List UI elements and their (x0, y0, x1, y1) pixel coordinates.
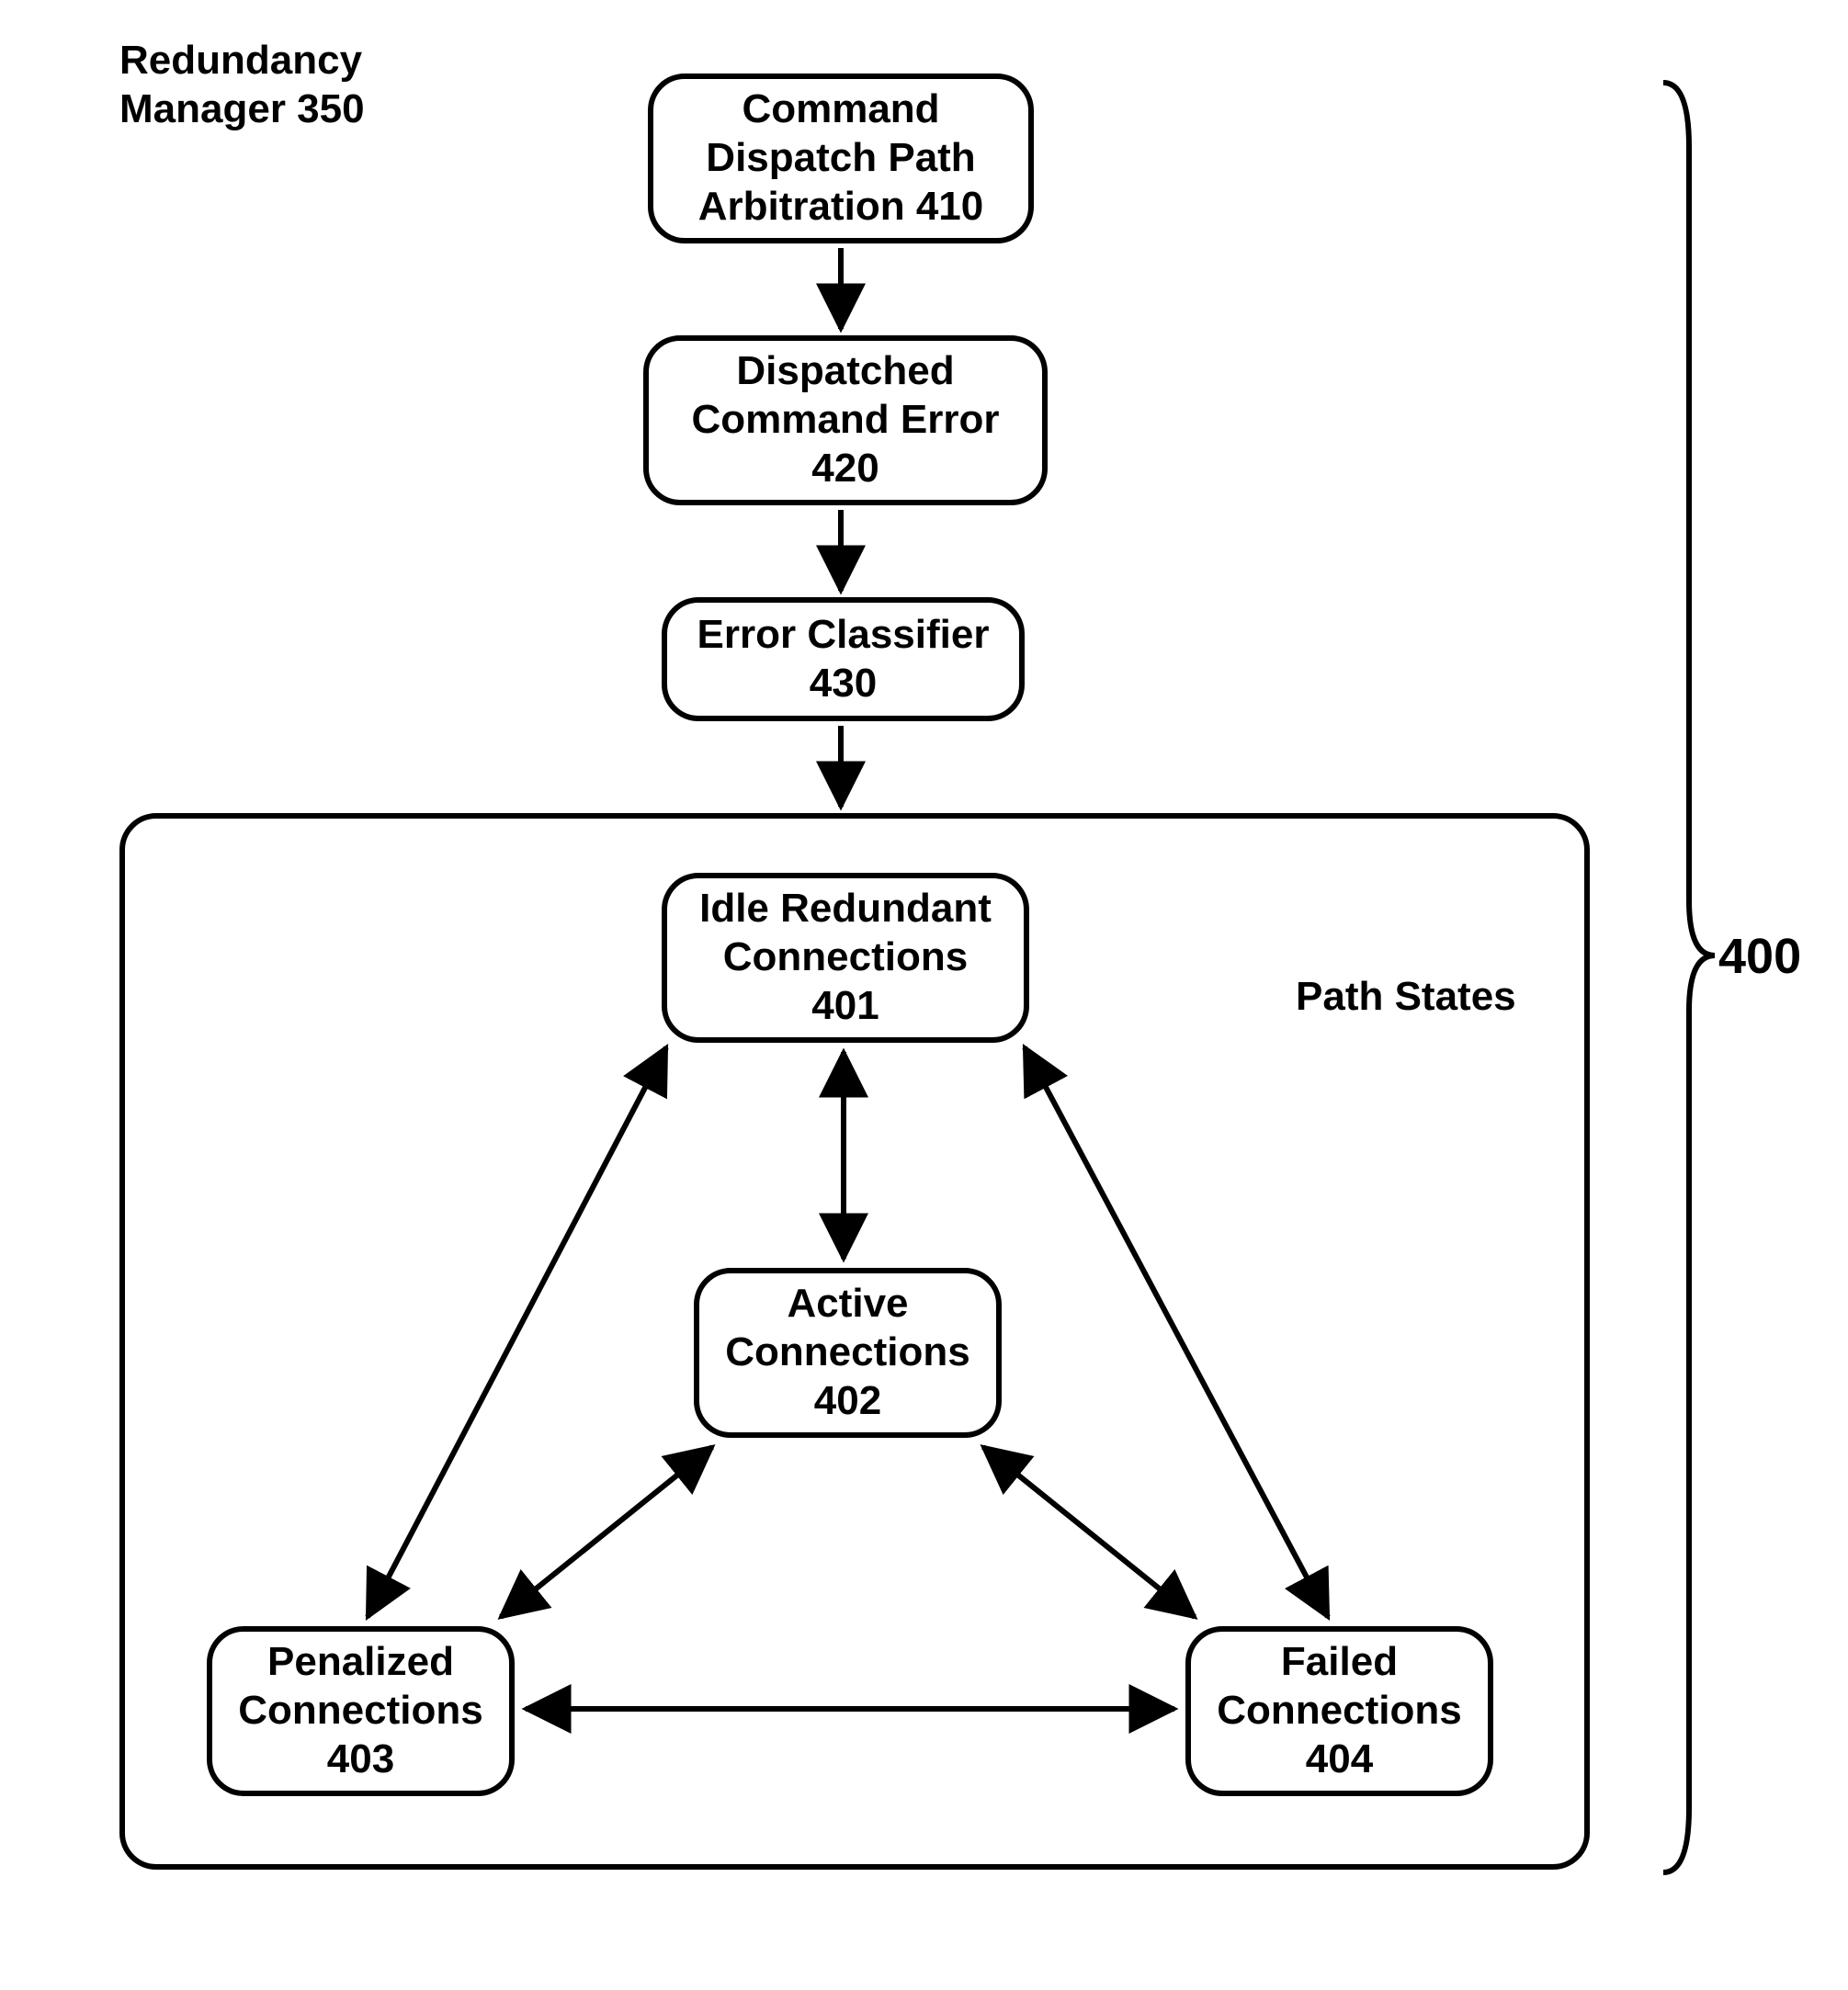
node-error-classifier: Error Classifier 430 (662, 597, 1025, 721)
node-403-line1: Penalized (267, 1638, 454, 1687)
node-420-line1: Dispatched (736, 347, 954, 396)
node-401-line1: Idle Redundant (699, 885, 992, 933)
node-430-line1: Error Classifier (697, 611, 990, 660)
node-420-line2: Command Error (692, 396, 1000, 445)
node-410-line1: Command (742, 85, 939, 134)
node-401-line2: Connections (723, 933, 968, 982)
node-402-line2: Connections (725, 1329, 969, 1377)
node-403-line3: 403 (327, 1736, 394, 1784)
node-404-line1: Failed (1281, 1638, 1398, 1687)
title-line2: Manager 350 (119, 86, 365, 131)
node-402-line1: Active (787, 1280, 908, 1329)
node-failed-connections: Failed Connections 404 (1185, 1626, 1493, 1796)
node-idle-redundant-connections: Idle Redundant Connections 401 (662, 873, 1029, 1043)
node-penalized-connections: Penalized Connections 403 (207, 1626, 515, 1796)
node-410-line3: Arbitration 410 (698, 183, 984, 232)
node-command-dispatch-path-arbitration: Command Dispatch Path Arbitration 410 (648, 73, 1034, 243)
diagram-title: Redundancy Manager 350 (119, 37, 365, 134)
diagram-canvas: Redundancy Manager 350 Command Dispatch … (0, 0, 1848, 1990)
path-states-label: Path States (1296, 974, 1516, 1020)
node-402-line3: 402 (814, 1377, 881, 1426)
node-420-line3: 420 (811, 445, 879, 493)
node-430-line2: 430 (810, 660, 877, 708)
node-active-connections: Active Connections 402 (694, 1268, 1002, 1438)
node-410-line2: Dispatch Path (706, 134, 975, 183)
title-line1: Redundancy (119, 38, 362, 83)
node-401-line3: 401 (811, 982, 879, 1031)
node-403-line2: Connections (238, 1687, 482, 1736)
node-dispatched-command-error: Dispatched Command Error 420 (643, 335, 1048, 505)
node-404-line3: 404 (1306, 1736, 1373, 1784)
node-404-line2: Connections (1217, 1687, 1461, 1736)
brace-400 (1663, 83, 1715, 1872)
ref-400-label: 400 (1718, 928, 1801, 985)
